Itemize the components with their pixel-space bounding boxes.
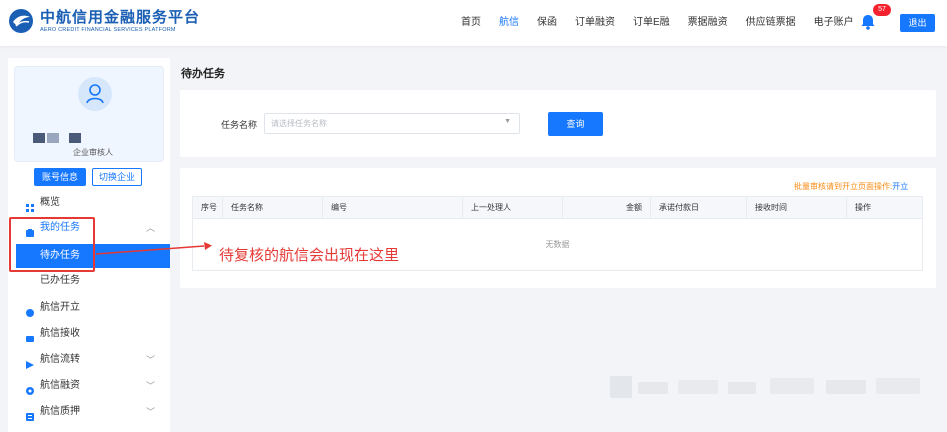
main-nav: 首页 航信 保函 订单融资 订单E融 票据融资 供应链票据 电子账户 <box>452 0 863 46</box>
logo-title: 中航信用金融服务平台 <box>40 8 201 26</box>
receive-icon <box>26 330 34 342</box>
sidebar-item-label: 航信接收 <box>40 328 80 339</box>
column-header: 序号 <box>193 197 223 219</box>
sidebar-item-pledge[interactable]: 航信质押 ﹀ <box>8 401 170 423</box>
sidebar-item-transfer[interactable]: 航信流转 ﹀ <box>8 349 170 371</box>
nav-bill-financing[interactable]: 票据融资 <box>679 0 737 46</box>
nav-e-account[interactable]: 电子账户 <box>805 0 863 46</box>
sidebar-item-done-tasks[interactable]: 已办任务 <box>8 269 170 293</box>
query-button[interactable]: 查询 <box>548 112 603 136</box>
user-role: 企业审核人 <box>73 148 113 157</box>
sidebar-item-label: 航信质押 <box>40 406 80 417</box>
chevron-down-icon: ﹀ <box>146 407 156 417</box>
column-header: 操作 <box>855 203 871 212</box>
column-header: 金额 <box>563 197 651 219</box>
aero-logo-icon <box>8 8 34 34</box>
top-header: 中航信用金融服务平台 AERO CREDIT FINANCIAL SERVICE… <box>0 0 947 46</box>
nav-guarantee[interactable]: 保函 <box>528 0 566 46</box>
batch-review-tip: 批量审核请到开立页面操作:开立 <box>794 181 908 192</box>
account-info-button[interactable]: 账号信息 <box>34 168 86 186</box>
switch-company-button[interactable]: 切换企业 <box>92 168 142 186</box>
sidebar-item-label: 航信融资 <box>40 380 80 391</box>
blurred-watermark <box>610 370 930 410</box>
select-placeholder: 请选择任务名称 <box>271 119 327 128</box>
issue-icon <box>26 304 34 317</box>
user-card: 企业审核人 <box>14 66 164 162</box>
task-name-select[interactable]: 请选择任务名称 ▼ <box>264 113 520 134</box>
logo-subtitle: AERO CREDIT FINANCIAL SERVICES PLATFORM <box>40 26 176 33</box>
task-table-panel: 批量审核请到开立页面操作:开立 序号 任务名称 编号 上一处理人 金额 承诺付款… <box>180 168 936 288</box>
user-icon <box>86 84 104 104</box>
sidebar-item-label: 航信流转 <box>40 354 80 365</box>
batch-tip-text: 批量审核请到开立页面操作: <box>794 182 893 191</box>
nav-supply-chain-bill[interactable]: 供应链票据 <box>737 0 805 46</box>
column-header: 上一处理人 <box>463 197 563 219</box>
financing-icon <box>26 382 34 395</box>
sidebar-item-financing[interactable]: 航信融资 ﹀ <box>8 375 170 397</box>
chevron-up-icon: ︿ <box>146 223 156 233</box>
pledge-icon <box>26 408 34 421</box>
column-header: 接收时间 <box>747 197 847 219</box>
nav-hangxin[interactable]: 航信 <box>490 0 528 46</box>
sidebar-item-issue[interactable]: 航信开立 <box>8 297 170 319</box>
annotation-text: 待复核的航信会出现在这里 <box>219 247 400 264</box>
sidebar-item-label: 概览 <box>40 197 60 208</box>
filter-panel: 任务名称 请选择任务名称 ▼ 查询 <box>180 90 936 157</box>
sidebar-item-receive[interactable]: 航信接收 <box>8 323 170 345</box>
column-header: 承诺付款日 <box>651 197 747 219</box>
notification-badge: 57 <box>873 4 891 16</box>
task-name-label: 任务名称 <box>221 120 258 130</box>
sidebar-item-overview[interactable]: 概览 <box>8 192 170 214</box>
nav-home[interactable]: 首页 <box>452 0 490 46</box>
chevron-down-icon: ﹀ <box>146 381 156 391</box>
avatar <box>78 77 112 111</box>
page-title: 待办任务 <box>181 68 225 80</box>
platform-logo[interactable]: 中航信用金融服务平台 AERO CREDIT FINANCIAL SERVICE… <box>8 8 200 34</box>
logout-button[interactable]: 退出 <box>900 14 935 32</box>
chevron-down-icon: ﹀ <box>146 355 156 365</box>
annotation-highlight-box <box>9 217 95 272</box>
issue-link[interactable]: 开立 <box>892 182 908 191</box>
column-header: 任务名称 <box>223 197 323 219</box>
table-header: 序号 任务名称 编号 上一处理人 金额 承诺付款日 接收时间 操作 <box>193 197 922 219</box>
nav-order-financing[interactable]: 订单融资 <box>566 0 624 46</box>
annotation-arrow-icon <box>96 242 212 255</box>
transfer-icon <box>26 356 34 369</box>
nav-order-e-financing[interactable]: 订单E融 <box>624 0 679 46</box>
sidebar-item-label: 已办任务 <box>40 275 80 286</box>
column-header: 编号 <box>323 197 463 219</box>
sidebar-item-label: 航信开立 <box>40 302 80 313</box>
grid-icon <box>26 199 34 212</box>
chevron-down-icon: ▼ <box>504 118 511 125</box>
